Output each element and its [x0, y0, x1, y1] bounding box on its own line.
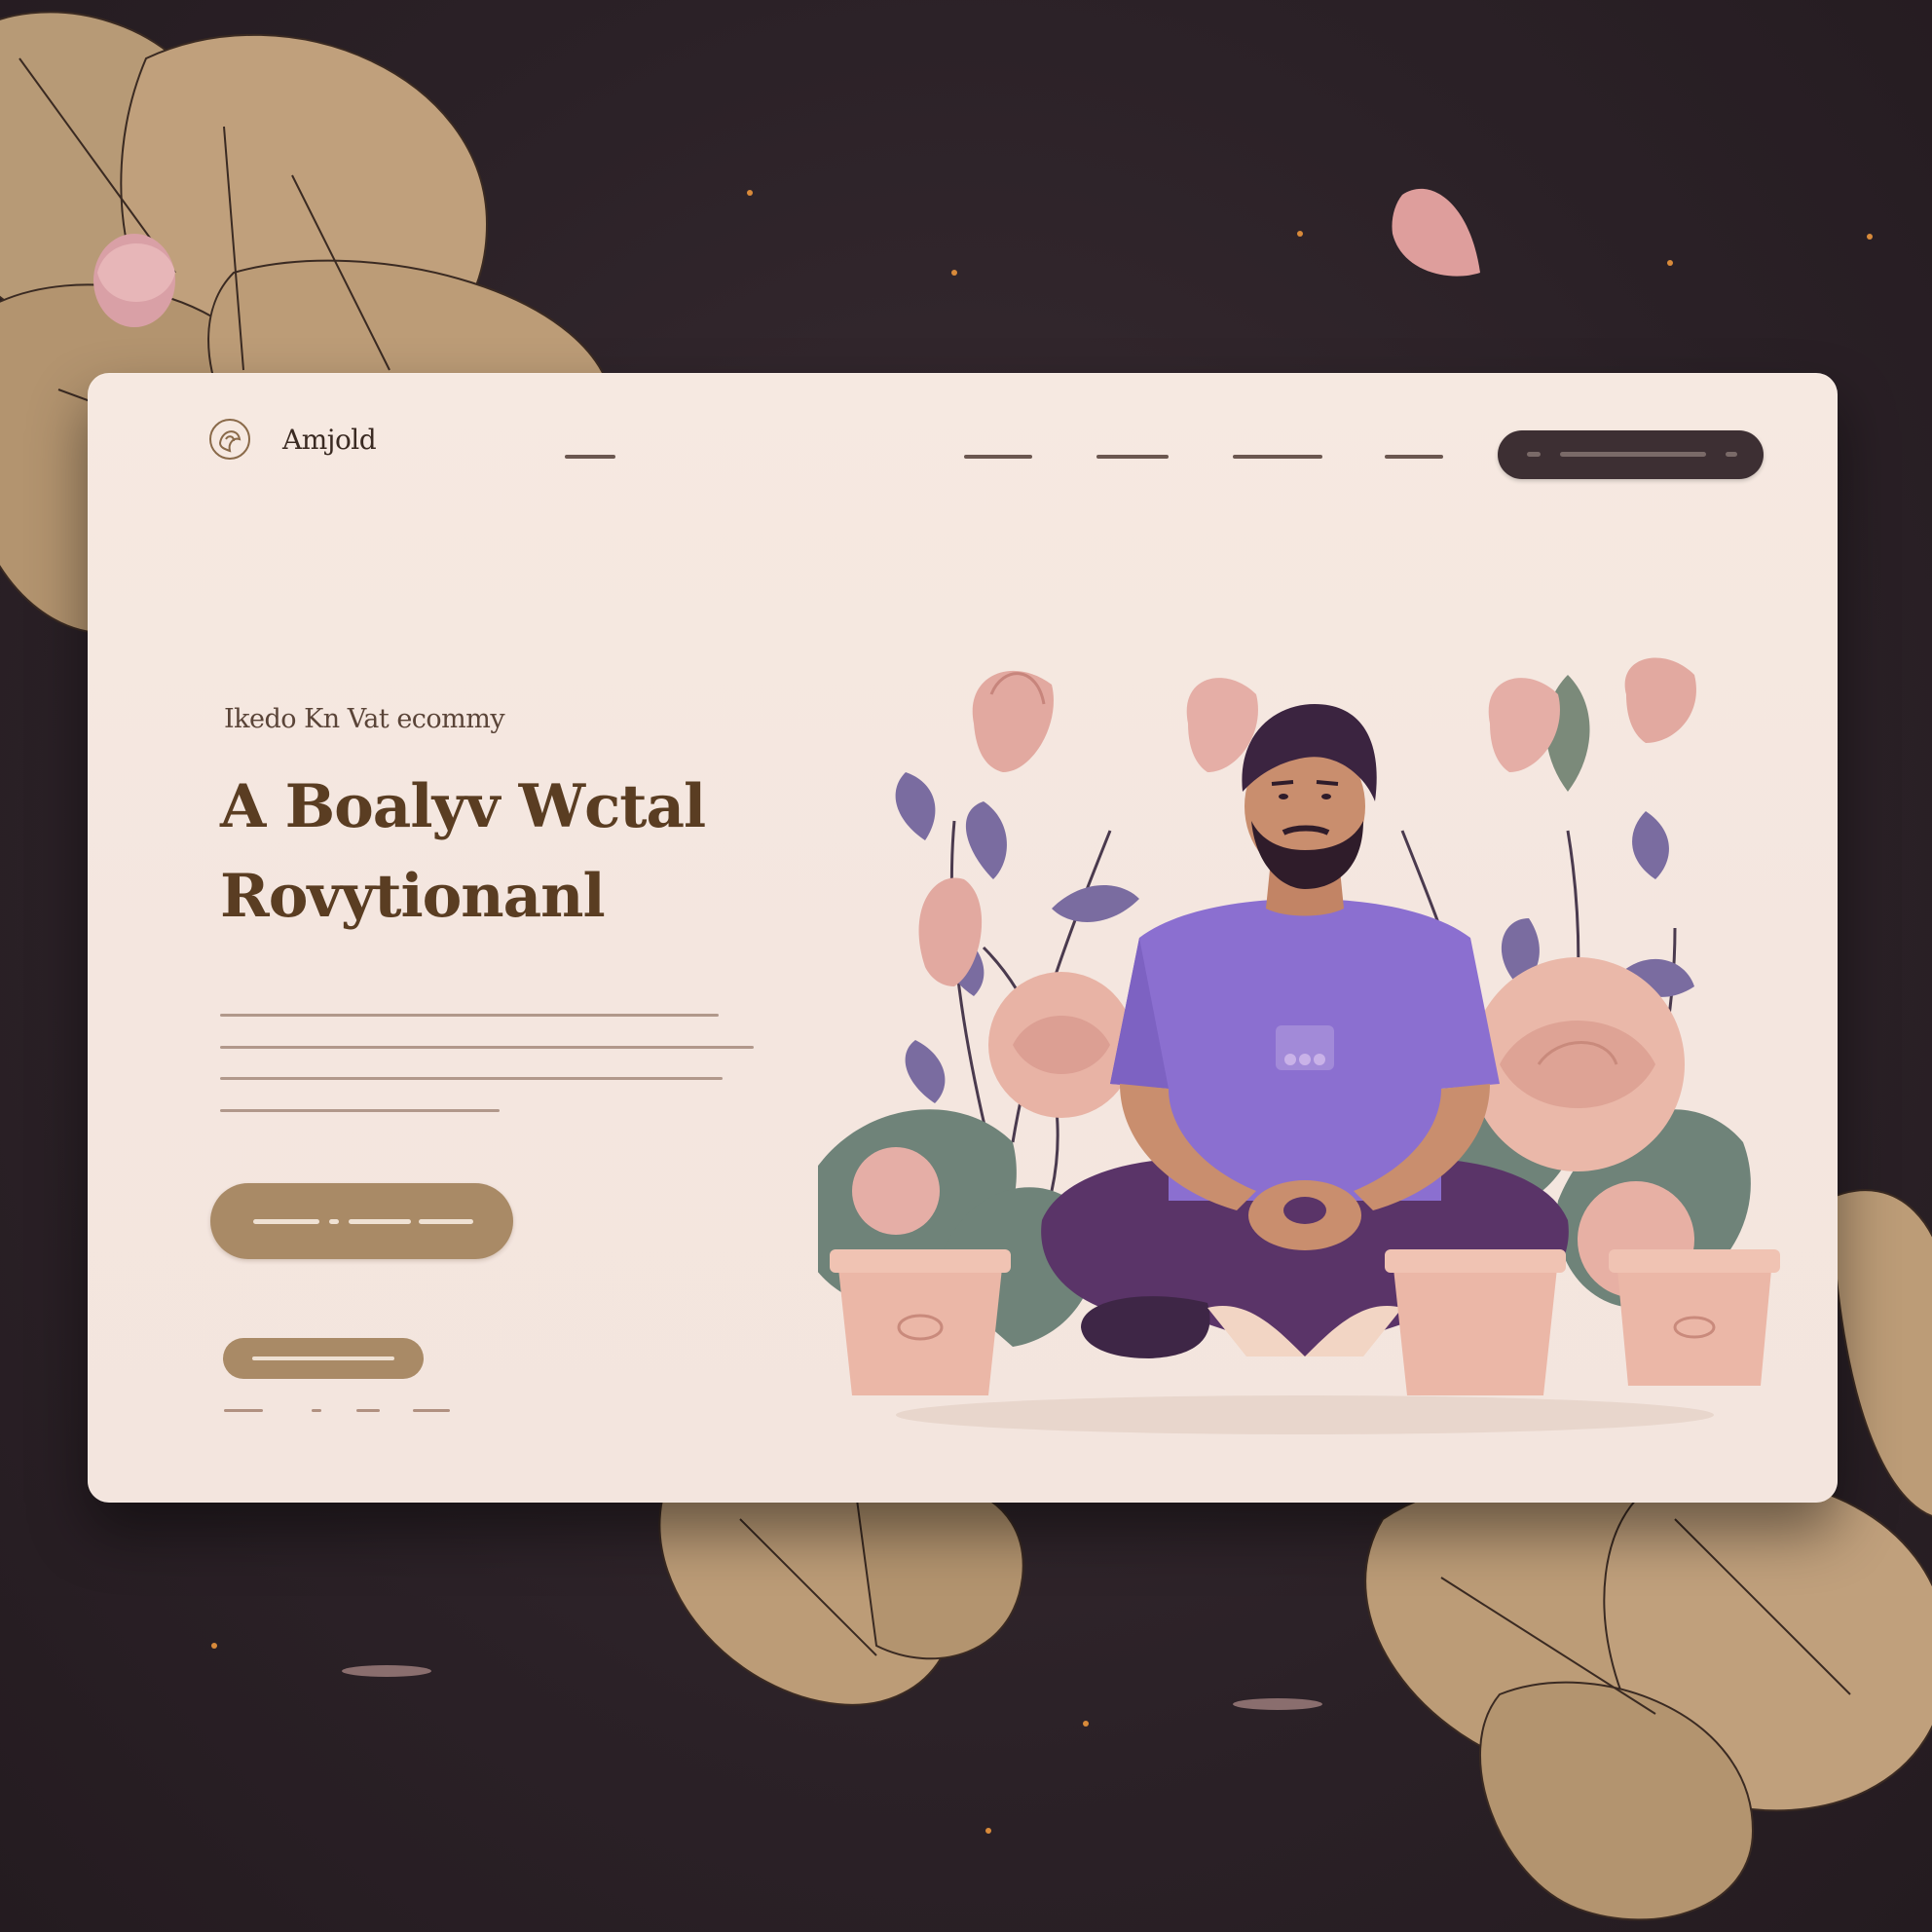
primary-cta-label [349, 1219, 411, 1224]
meditating-man-illustration [818, 657, 1780, 1434]
secondary-cta-button[interactable] [223, 1338, 424, 1379]
hero-eyebrow: Ikedo Kn Vat ecommy [224, 704, 505, 734]
hero-paragraph-line [220, 1077, 723, 1080]
hero-headline: A Boalyv Wctal Rovytionanl [220, 772, 706, 931]
brand-name: Amjold [282, 423, 377, 456]
header-cta-label [1527, 452, 1541, 457]
secondary-cta-label [252, 1356, 394, 1360]
falling-petal [1392, 188, 1480, 277]
primary-cta-button[interactable] [210, 1183, 513, 1259]
nav-link-1[interactable] [565, 455, 615, 459]
nav-link-2[interactable] [964, 455, 1032, 459]
header-cta-label [1726, 452, 1737, 457]
top-left-bud [93, 234, 175, 327]
footer-link-2[interactable] [312, 1409, 321, 1412]
logo-rose-icon [209, 419, 250, 460]
primary-cta-label [253, 1219, 319, 1224]
landing-page-card: Amjold Ikedo Kn Vat ecommy A Boalyv Wcta… [88, 373, 1838, 1503]
header-cta-label [1560, 452, 1706, 457]
header-cta-button[interactable] [1498, 430, 1764, 479]
hero-paragraph-line [220, 1014, 719, 1017]
brand-logo[interactable]: Amjold [204, 414, 377, 464]
footer-link-1[interactable] [224, 1409, 263, 1412]
nav-link-5[interactable] [1385, 455, 1443, 459]
hero-paragraph-line [220, 1109, 500, 1112]
primary-cta-label [419, 1219, 473, 1224]
footer-link-3[interactable] [356, 1409, 380, 1412]
nav-link-4[interactable] [1233, 455, 1322, 459]
page-stage: Amjold Ikedo Kn Vat ecommy A Boalyv Wcta… [0, 0, 1932, 1932]
nav-link-3[interactable] [1096, 455, 1169, 459]
footer-link-4[interactable] [413, 1409, 450, 1412]
hero-paragraph-line [220, 1046, 754, 1049]
primary-cta-label [329, 1219, 339, 1224]
